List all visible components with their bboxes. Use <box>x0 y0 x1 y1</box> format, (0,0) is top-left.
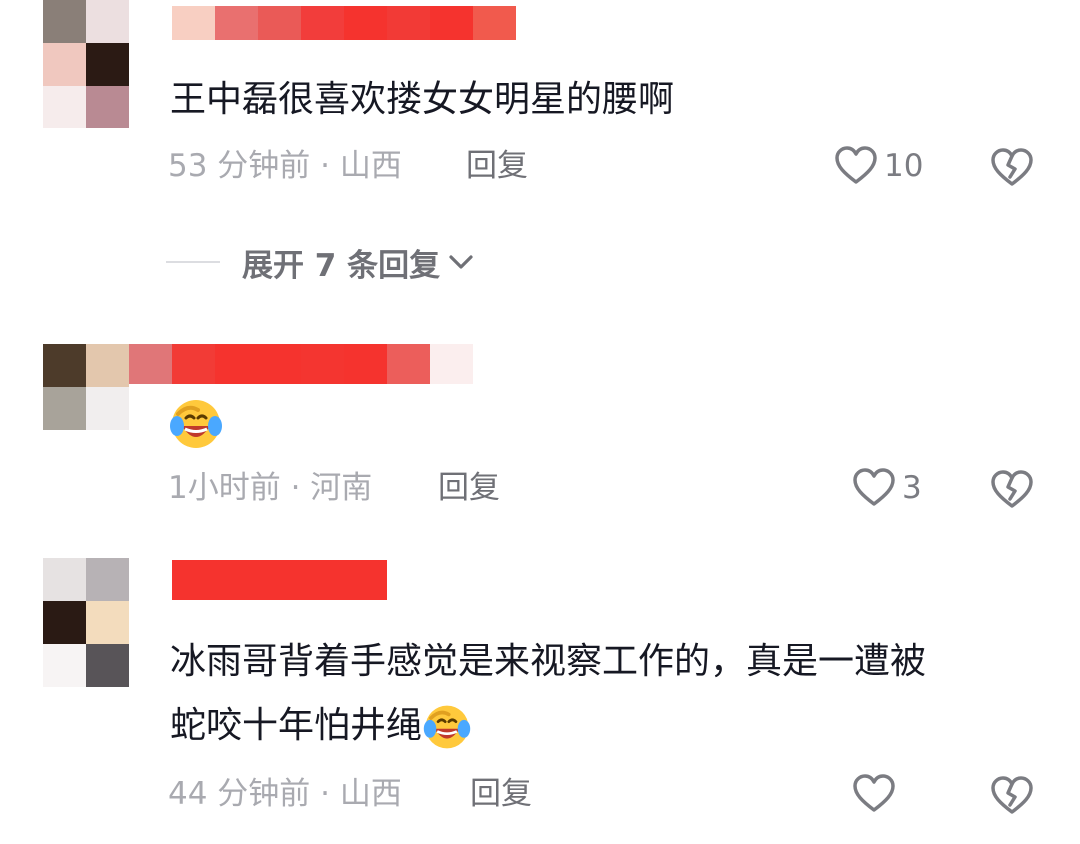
expand-replies-label: 展开 7 条回复 <box>242 247 441 284</box>
like-button[interactable]: 3 <box>852 466 922 510</box>
chevron-down-icon <box>449 255 473 269</box>
comment-time-location: 1小时前 · 河南 <box>168 470 373 506</box>
heart-outline-icon <box>853 774 895 812</box>
laugh-cry-emoji <box>170 400 222 448</box>
username-redacted[interactable] <box>129 344 473 384</box>
reply-button[interactable]: 回复 <box>470 774 532 814</box>
reply-button[interactable]: 回复 <box>466 146 528 186</box>
laugh-cry-emoji <box>423 705 471 749</box>
username-redacted[interactable] <box>172 6 516 40</box>
broken-heart-icon[interactable] <box>990 468 1034 512</box>
heart-outline-icon <box>835 146 877 184</box>
comment-text: 蛇咬十年怕井绳 <box>170 696 472 756</box>
avatar[interactable] <box>43 344 129 430</box>
divider-line <box>166 261 220 263</box>
comment-text: 王中磊很喜欢搂女女明星的腰啊 <box>170 79 675 120</box>
like-count: 3 <box>902 470 922 506</box>
reply-button[interactable]: 回复 <box>438 468 500 508</box>
comment-text-line: 蛇咬十年怕井绳 <box>170 705 423 746</box>
avatar[interactable] <box>43 0 129 128</box>
like-button[interactable] <box>852 772 896 816</box>
broken-heart-icon[interactable] <box>990 774 1034 818</box>
comment-text: 冰雨哥背着手感觉是来视察工作的，真是一遭被 <box>170 641 927 682</box>
heart-outline-icon <box>853 468 895 506</box>
comment-time-location: 53 分钟前 · 山西 <box>168 148 402 184</box>
expand-replies-button[interactable]: 展开 7 条回复 <box>166 240 476 284</box>
avatar[interactable] <box>43 558 129 687</box>
like-button[interactable]: 10 <box>834 144 923 188</box>
like-count: 10 <box>884 148 924 184</box>
broken-heart-icon[interactable] <box>990 146 1034 190</box>
username-redacted[interactable] <box>172 560 387 600</box>
comment-time-location: 44 分钟前 · 山西 <box>168 776 402 812</box>
